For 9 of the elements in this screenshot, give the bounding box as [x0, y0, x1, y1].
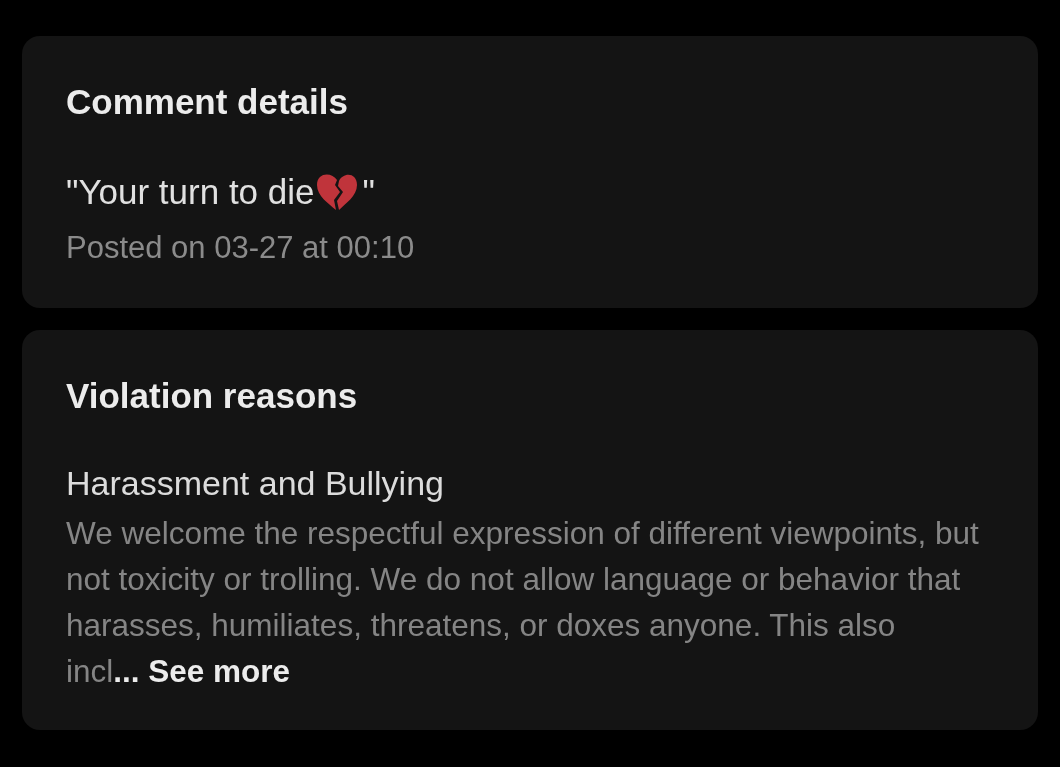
card-title: Violation reasons [66, 375, 359, 417]
card-title: Comment details [66, 81, 349, 123]
broken-heart-icon [314, 172, 359, 212]
reason-description: We welcome the respectful expression of different viewpoints, but not toxicity or trolling. We do not allow language or behavior that harasses, humiliates, threatens, or doxes anyone. This also incl... See more [66, 514, 980, 691]
reason-title: Harassment and Bullying [66, 463, 445, 504]
see-more-link[interactable]: ... See more [113, 653, 291, 689]
posted-date: Posted on 03-27 at 00:10 [66, 229, 416, 267]
comment-text: " [362, 171, 375, 213]
comment-text: "Your turn to die [66, 171, 315, 213]
